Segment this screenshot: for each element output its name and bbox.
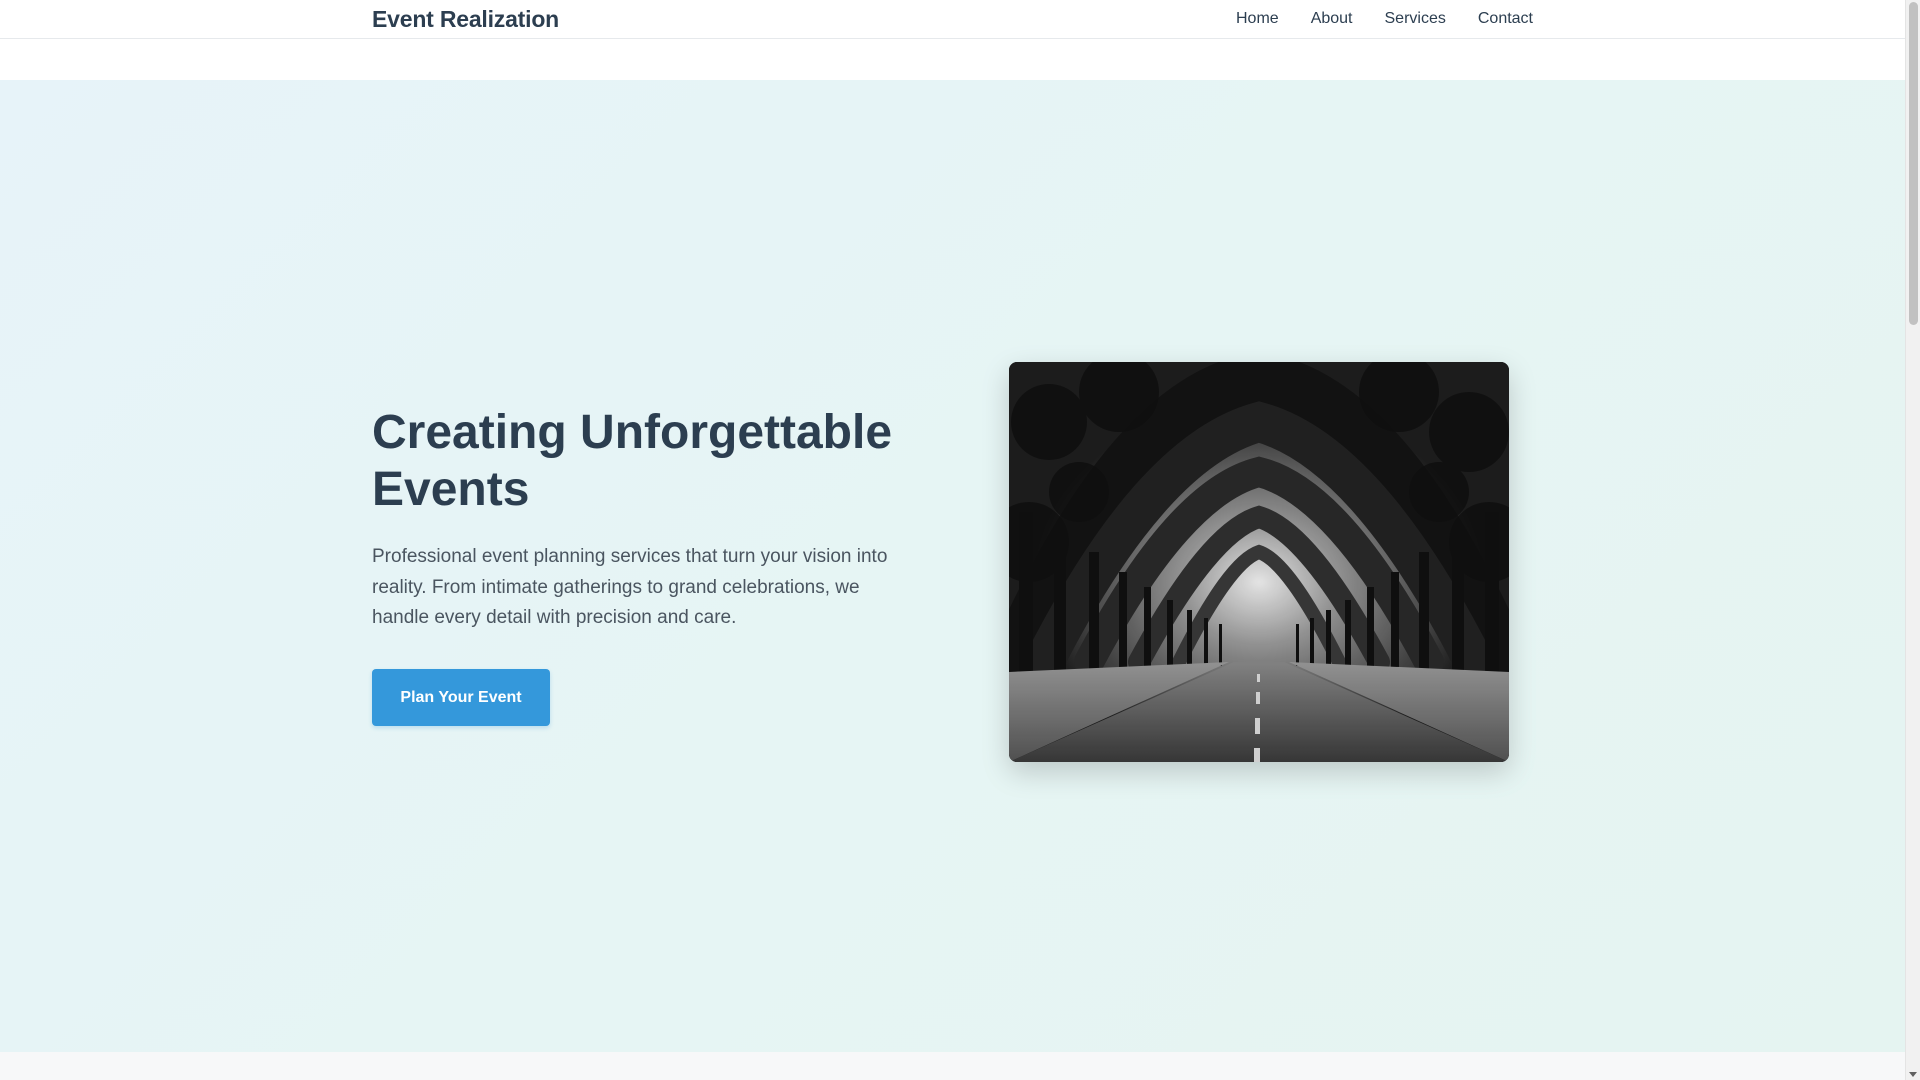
nav-about-link[interactable]: About <box>1311 8 1353 30</box>
plan-your-event-button[interactable]: Plan Your Event <box>372 669 550 726</box>
tree-lined-road-photo-icon <box>1009 362 1509 762</box>
hero-description: Professional event planning services tha… <box>372 546 888 628</box>
nav-home-link[interactable]: Home <box>1236 8 1279 30</box>
page: Event Realization Home About Services Co… <box>0 0 1905 1080</box>
brand-logo[interactable]: Event Realization <box>372 4 559 34</box>
hero-section: Creating Unforgettable Events Profession… <box>0 80 1905 1052</box>
hero-image <box>1009 362 1509 762</box>
site-header: Event Realization Home About Services Co… <box>0 0 1905 39</box>
scroll-down-arrow-icon[interactable] <box>1909 1072 1917 1077</box>
header-spacer <box>0 39 1905 80</box>
next-section-edge <box>0 1052 1905 1080</box>
nav-services-link[interactable]: Services <box>1385 8 1446 30</box>
main-nav: Home About Services Contact <box>1236 8 1533 30</box>
scrollbar-thumb[interactable] <box>1909 2 1918 325</box>
page-scrollbar[interactable] <box>1905 0 1920 1080</box>
nav-contact-link[interactable]: Contact <box>1478 8 1533 30</box>
hero-title: Creating Unforgettable Events <box>372 406 893 516</box>
